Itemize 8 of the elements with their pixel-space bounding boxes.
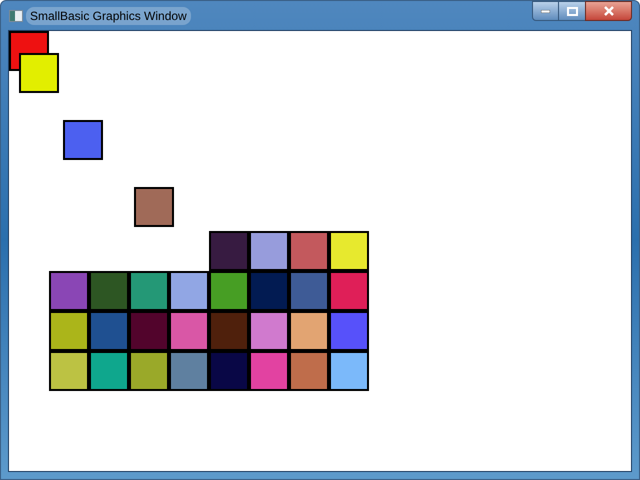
minimize-icon	[541, 10, 550, 12]
maximize-icon	[566, 6, 578, 16]
window-icon	[9, 10, 23, 22]
close-icon	[602, 6, 614, 16]
maximize-button[interactable]	[559, 1, 585, 21]
close-button[interactable]	[585, 1, 632, 21]
minimize-button[interactable]	[532, 1, 559, 21]
window-title: SmallBasic Graphics Window	[26, 6, 191, 24]
